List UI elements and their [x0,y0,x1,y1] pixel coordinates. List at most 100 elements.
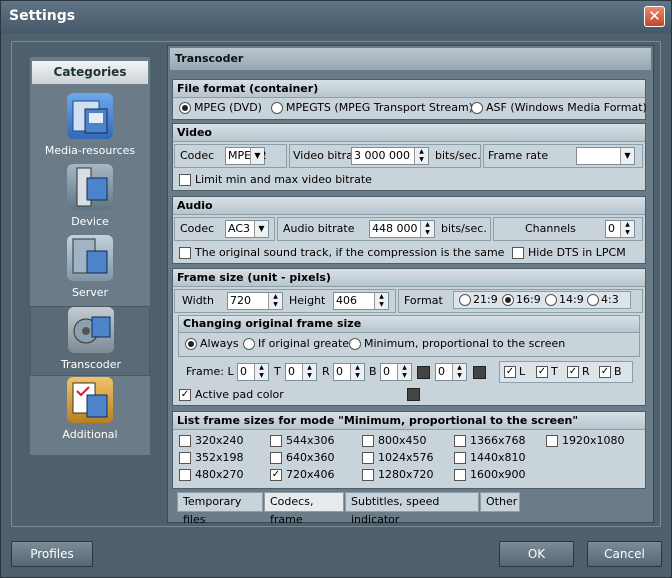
cancel-button[interactable]: Cancel [587,541,662,567]
audio-bitrate-input[interactable]: 448 000 ▲ ▼ [369,220,435,238]
group-title: Frame size (unit - pixels) [173,269,645,287]
radio-always[interactable] [185,338,197,350]
frame-size-checkbox[interactable] [362,452,374,464]
radio-format-4-3[interactable] [587,294,599,306]
channels-label: Channels [525,222,576,235]
category-label: Server [71,286,109,299]
chevron-down-icon: ▼ [620,148,634,164]
category-transcoder[interactable]: Transcoder [30,306,150,376]
radio-format-21-9[interactable] [459,294,471,306]
hide-dts-label: Hide DTS in LPCM [528,246,626,259]
frame-color-swatch[interactable] [417,366,430,379]
spinner-icon[interactable]: ▲ ▼ [350,364,364,380]
frame-l-label: Frame: L [186,365,234,378]
frame-color-swatch-2[interactable] [473,366,486,379]
frame-size-label: 800x450 [378,434,427,447]
change-frame-size-title: Changing original frame size [179,316,639,333]
video-bitrate-input[interactable]: 3 000 000 ▲ ▼ [351,147,429,165]
radio-minimum-proportional[interactable] [349,338,361,350]
close-button[interactable]: ✕ [644,6,665,27]
tab-other[interactable]: Other [480,492,520,512]
radio-if-original-greater[interactable] [243,338,255,350]
frame-size-label: 1366x768 [470,434,526,447]
profiles-button[interactable]: Profiles [11,541,93,567]
ok-button[interactable]: OK [499,541,574,567]
radio-format-14-9[interactable] [545,294,557,306]
frame-size-label: 720x406 [286,468,335,481]
frame-size-checkbox[interactable]: ✓ [270,469,282,481]
spinner-icon[interactable]: ▲ ▼ [302,364,316,380]
file-format-group: File format (container) MPEG (DVD) MPEGT… [172,79,647,120]
spinner-icon[interactable]: ▲ ▼ [452,364,466,380]
spinner-icon[interactable]: ▲ ▼ [420,221,434,237]
audio-bitrate-unit: bits/sec. [441,222,487,235]
frame-size-checkbox[interactable] [179,469,191,481]
category-additional[interactable]: Additional [30,377,150,447]
spinner-icon[interactable]: ▲ ▼ [397,364,411,380]
audio-codec-select[interactable]: AC3 ▼ [225,220,269,238]
spinner-icon[interactable]: ▲ ▼ [374,293,388,309]
frame-check-l[interactable]: ✓ [504,366,516,378]
frame-size-label: 1920x1080 [562,434,625,447]
original-sound-checkbox[interactable] [179,247,191,259]
tab-codecs-frame[interactable]: Codecs, frame [264,492,344,526]
radio-mpeg-dvd[interactable] [179,102,191,114]
chevron-down-icon: ▼ [254,221,268,237]
channels-input[interactable]: 0 ▲ ▼ [605,220,635,238]
frame-rate-select[interactable]: ▼ [576,147,635,165]
spinner-icon[interactable]: ▲ ▼ [254,364,268,380]
frame-size-checkbox[interactable] [546,435,558,447]
frame-check-b[interactable]: ✓ [599,366,611,378]
check-label: L [519,365,526,378]
width-label: Width [182,294,214,307]
radio-label: Minimum, proportional to the screen [364,337,566,350]
frame-rate-label: Frame rate [488,149,549,162]
height-input[interactable]: 406 ▲ ▼ [333,292,389,310]
frame-r-input[interactable]: 0 ▲ ▼ [333,363,365,381]
tab-temporary-files[interactable]: Temporary files [177,492,263,526]
pad-color-swatch[interactable] [407,388,420,401]
video-codec-select[interactable]: MPEG2 ▼ [225,147,267,165]
spinner-icon[interactable]: ▲ ▼ [268,293,282,309]
tab-subtitles[interactable]: Subtitles, speed indicator [345,492,479,526]
frame-size-checkbox[interactable] [179,435,191,447]
category-server[interactable]: Server [30,235,150,305]
frame-t-input[interactable]: 0 ▲ ▼ [285,363,317,381]
frame-size-checkbox[interactable] [454,435,466,447]
frame-size-checkbox[interactable] [270,452,282,464]
frame-size-checkbox[interactable] [179,452,191,464]
spinner-icon[interactable]: ▲ ▼ [620,221,634,237]
frame-size-checkbox[interactable] [362,435,374,447]
limit-bitrate-checkbox[interactable] [179,174,191,186]
group-title: List frame sizes for mode "Minimum, prop… [173,412,645,430]
media-resources-icon [67,93,113,139]
frame-size-label: 640x360 [286,451,335,464]
title-bar: Settings ✕ [1,1,671,33]
frame-size-checkbox[interactable] [362,469,374,481]
video-codec-label: Codec [180,149,215,162]
category-media-resources[interactable]: Media-resources [30,93,150,163]
frame-size-checkbox[interactable] [270,435,282,447]
radio-format-16-9[interactable] [502,294,514,306]
frame-extra-input[interactable]: 0 ▲ ▼ [435,363,467,381]
category-label: Media-resources [44,144,136,157]
frame-size-label: 1600x900 [470,468,526,481]
spinner-icon[interactable]: ▲ ▼ [414,148,428,164]
radio-mpegts[interactable] [271,102,283,114]
hide-dts-checkbox[interactable] [512,247,524,259]
frame-l-input[interactable]: 0 ▲ ▼ [237,363,269,381]
transcoder-panel: Transcoder File format (container) MPEG … [167,45,654,526]
categories-header: Categories [32,61,148,84]
original-sound-label: The original sound track, if the compres… [195,246,505,259]
frame-size-checkbox[interactable] [454,452,466,464]
frame-b-input[interactable]: 0 ▲ ▼ [380,363,412,381]
radio-asf[interactable] [471,102,483,114]
frame-check-t[interactable]: ✓ [536,366,548,378]
category-device[interactable]: Device [30,164,150,234]
active-pad-checkbox[interactable]: ✓ [179,389,191,401]
video-bitrate-unit: bits/sec. [435,149,481,162]
width-input[interactable]: 720 ▲ ▼ [227,292,283,310]
frame-check-r[interactable]: ✓ [567,366,579,378]
chevron-down-icon: ▼ [250,148,264,164]
frame-size-checkbox[interactable] [454,469,466,481]
